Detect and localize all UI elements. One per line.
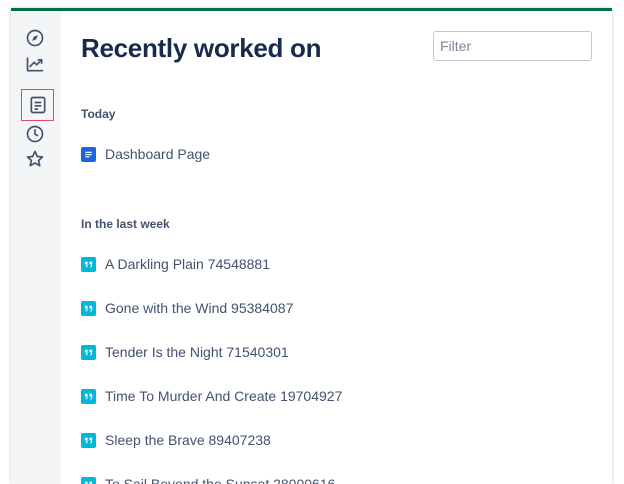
item-title: Sleep the Brave 89407238: [105, 432, 271, 448]
quote-icon: [81, 256, 96, 272]
sidebar-rail: [11, 11, 61, 484]
list-item[interactable]: Time To Murder And Create 19704927: [81, 386, 342, 406]
item-title: Time To Murder And Create 19704927: [105, 388, 343, 404]
compass-icon[interactable]: [23, 26, 47, 50]
item-title: A Darkling Plain 74548881: [105, 256, 271, 272]
list-item[interactable]: Sleep the Brave 89407238: [81, 430, 271, 450]
app-frame: Recently worked on Today Dashboard Page …: [11, 8, 612, 484]
list-item[interactable]: Tender Is the Night 71540301: [81, 342, 289, 362]
filter-input[interactable]: [433, 31, 592, 61]
section-label-last-week: In the last week: [81, 217, 170, 231]
quote-icon: [81, 476, 96, 484]
list-item[interactable]: Gone with the Wind 95384087: [81, 298, 293, 318]
quote-icon: [81, 344, 96, 360]
list-item[interactable]: A Darkling Plain 74548881: [81, 254, 270, 274]
item-title: Tender Is the Night 71540301: [105, 344, 289, 360]
quote-icon: [81, 300, 96, 316]
page-icon: [81, 146, 96, 162]
item-title: To Sail Beyond the Sunset 28000616: [105, 476, 336, 484]
main-content: Recently worked on Today Dashboard Page …: [81, 11, 612, 484]
item-title: Dashboard Page: [105, 146, 211, 162]
quote-icon: [81, 432, 96, 448]
document-icon[interactable]: [21, 89, 54, 121]
star-icon[interactable]: [23, 147, 47, 171]
clock-icon[interactable]: [23, 122, 47, 146]
item-title: Gone with the Wind 95384087: [105, 300, 294, 316]
section-label-today: Today: [81, 107, 116, 121]
quote-icon: [81, 388, 96, 404]
list-item[interactable]: Dashboard Page: [81, 144, 210, 164]
trending-icon[interactable]: [23, 52, 47, 76]
page-title: Recently worked on: [81, 33, 322, 63]
list-item[interactable]: To Sail Beyond the Sunset 28000616: [81, 474, 335, 484]
